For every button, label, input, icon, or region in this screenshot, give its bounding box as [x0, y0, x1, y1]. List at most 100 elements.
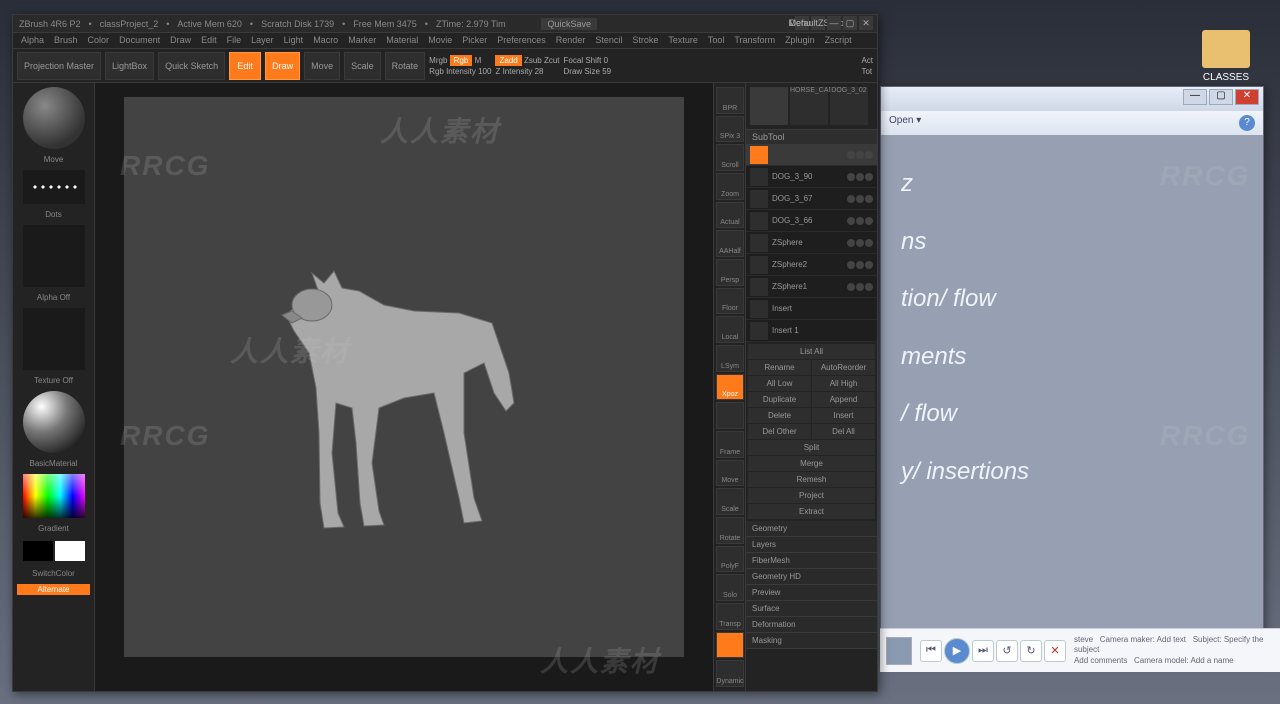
- subtool-item[interactable]: Insert 1: [746, 320, 877, 342]
- section-geometry[interactable]: Geometry: [746, 521, 877, 537]
- notes-canvas[interactable]: z ns tion/ flow ments / flow y/ insertio…: [881, 135, 1263, 661]
- menu-item[interactable]: Picker: [462, 35, 487, 46]
- alpha-preview[interactable]: [23, 225, 85, 287]
- projection-master-button[interactable]: Projection Master: [17, 52, 101, 80]
- texture-preview[interactable]: [23, 308, 85, 370]
- alternate-button[interactable]: Alternate: [17, 584, 90, 595]
- remesh-button[interactable]: Remesh: [748, 472, 875, 487]
- section-preview[interactable]: Preview: [746, 585, 877, 601]
- append-button[interactable]: Append: [812, 392, 875, 407]
- solo-button[interactable]: Solo: [716, 574, 744, 601]
- list-all-button[interactable]: List All: [748, 344, 875, 359]
- ghost-button[interactable]: [716, 632, 744, 659]
- bpr-button[interactable]: BPR: [716, 87, 744, 114]
- menu-item[interactable]: Marker: [348, 35, 376, 46]
- rgb-button[interactable]: Rgb: [450, 55, 473, 66]
- menu-item[interactable]: Zscript: [825, 35, 852, 46]
- floor-button[interactable]: Floor: [716, 288, 744, 315]
- delete-button[interactable]: ✕: [1044, 640, 1066, 662]
- menu-item[interactable]: Zplugin: [785, 35, 815, 46]
- merge-button[interactable]: Merge: [748, 456, 875, 471]
- move-cam-button[interactable]: Move: [716, 460, 744, 487]
- section-masking[interactable]: Masking: [746, 633, 877, 649]
- tool-thumb[interactable]: [750, 87, 788, 125]
- subtool-item[interactable]: DOG_3_67: [746, 188, 877, 210]
- xpoz-button[interactable]: Xpoz: [716, 374, 744, 401]
- section-surface[interactable]: Surface: [746, 601, 877, 617]
- duplicate-button[interactable]: Duplicate: [748, 392, 811, 407]
- help-icon[interactable]: ?: [1239, 115, 1255, 131]
- menu-item[interactable]: Preferences: [497, 35, 546, 46]
- menu-item[interactable]: Light: [284, 35, 304, 46]
- play-button[interactable]: ▶: [944, 638, 970, 664]
- draw-button[interactable]: Draw: [265, 52, 300, 80]
- scale-cam-button[interactable]: Scale: [716, 488, 744, 515]
- maximize-button[interactable]: ▢: [843, 16, 857, 30]
- stroke-preview[interactable]: [23, 170, 85, 204]
- del-all-button[interactable]: Del All: [812, 424, 875, 439]
- next-button[interactable]: ⏭: [972, 640, 994, 662]
- menu-item[interactable]: File: [227, 35, 242, 46]
- rotate-ccw-button[interactable]: ↺: [996, 640, 1018, 662]
- maximize-button[interactable]: ▢: [1209, 89, 1233, 105]
- axis-button[interactable]: [716, 402, 744, 429]
- all-high-button[interactable]: All High: [812, 376, 875, 391]
- minimize-button[interactable]: —: [1183, 89, 1207, 105]
- delete-button[interactable]: Delete: [748, 408, 811, 423]
- transp-button[interactable]: Transp: [716, 603, 744, 630]
- subtool-item[interactable]: DOG_3_90: [746, 166, 877, 188]
- viewport[interactable]: [124, 97, 684, 657]
- menu-item[interactable]: Document: [119, 35, 160, 46]
- del-other-button[interactable]: Del Other: [748, 424, 811, 439]
- open-dropdown[interactable]: Open ▾: [889, 115, 921, 131]
- subtool-item[interactable]: ZSphere: [746, 232, 877, 254]
- zadd-button[interactable]: Zadd: [495, 55, 521, 66]
- subtool-item[interactable]: Insert: [746, 298, 877, 320]
- subtool-item[interactable]: DOG_3_66: [746, 210, 877, 232]
- insert-button[interactable]: Insert: [812, 408, 875, 423]
- default-script-button[interactable]: DefaultZScript: [811, 16, 825, 30]
- menu-item[interactable]: Tool: [708, 35, 725, 46]
- menu-item[interactable]: Alpha: [21, 35, 44, 46]
- menu-item[interactable]: Color: [88, 35, 110, 46]
- autoreorder-button[interactable]: AutoReorder: [812, 360, 875, 375]
- extract-button[interactable]: Extract: [748, 504, 875, 519]
- menu-item[interactable]: Edit: [201, 35, 217, 46]
- canvas-area[interactable]: [95, 83, 713, 691]
- section-deformation[interactable]: Deformation: [746, 617, 877, 633]
- section-layers[interactable]: Layers: [746, 537, 877, 553]
- split-button[interactable]: Split: [748, 440, 875, 455]
- menu-item[interactable]: Movie: [428, 35, 452, 46]
- material-preview[interactable]: [23, 391, 85, 453]
- menu-item[interactable]: Texture: [668, 35, 698, 46]
- brush-preview[interactable]: [23, 87, 85, 149]
- menu-item[interactable]: Stroke: [632, 35, 658, 46]
- lightbox-button[interactable]: LightBox: [105, 52, 154, 80]
- lsym-button[interactable]: LSym: [716, 345, 744, 372]
- rotate-button[interactable]: Rotate: [385, 52, 426, 80]
- frame-button[interactable]: Frame: [716, 431, 744, 458]
- menu-item[interactable]: Layer: [251, 35, 274, 46]
- rotate-cam-button[interactable]: Rotate: [716, 517, 744, 544]
- edit-button[interactable]: Edit: [229, 52, 261, 80]
- all-low-button[interactable]: All Low: [748, 376, 811, 391]
- close-button[interactable]: ✕: [1235, 89, 1259, 105]
- menu-item[interactable]: Stencil: [595, 35, 622, 46]
- subtool-item[interactable]: [746, 144, 877, 166]
- tool-thumb[interactable]: HORSE_CANTORI: [790, 87, 828, 125]
- local-button[interactable]: Local: [716, 316, 744, 343]
- rotate-cw-button[interactable]: ↻: [1020, 640, 1042, 662]
- actual-button[interactable]: Actual: [716, 202, 744, 229]
- subtool-item[interactable]: ZSphere2: [746, 254, 877, 276]
- prev-button[interactable]: ⏮: [920, 640, 942, 662]
- quicksketch-button[interactable]: Quick Sketch: [158, 52, 225, 80]
- subtool-item[interactable]: ZSphere1: [746, 276, 877, 298]
- photo-thumbnail[interactable]: [886, 637, 912, 665]
- section-fibermesh[interactable]: FiberMesh: [746, 553, 877, 569]
- tool-thumb[interactable]: DOG_3_02: [830, 87, 868, 125]
- menu-item[interactable]: Render: [556, 35, 586, 46]
- aahalf-button[interactable]: AAHalf: [716, 230, 744, 257]
- menu-item[interactable]: Material: [386, 35, 418, 46]
- dynamic-button[interactable]: Dynamic: [716, 660, 744, 687]
- rename-button[interactable]: Rename: [748, 360, 811, 375]
